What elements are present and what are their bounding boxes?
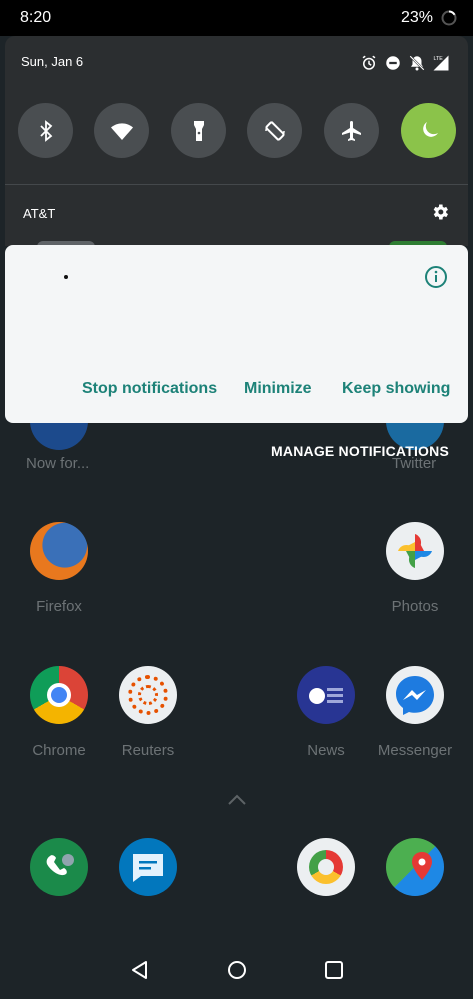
minimize-button[interactable]: Minimize bbox=[244, 380, 312, 398]
status-time: 8:20 bbox=[20, 9, 52, 26]
do-not-disturb-icon bbox=[386, 56, 400, 70]
app-label: News bbox=[307, 742, 345, 759]
messages-icon bbox=[119, 838, 177, 896]
info-icon[interactable] bbox=[424, 265, 448, 289]
dock-messages[interactable] bbox=[103, 838, 193, 896]
battery-percent: 23% bbox=[400, 9, 433, 26]
dialog-actions: Stop notifications Minimize Keep showing bbox=[5, 380, 468, 400]
bluetooth-tile[interactable] bbox=[18, 103, 73, 158]
recents-icon[interactable] bbox=[324, 960, 344, 980]
app-photos[interactable]: Photos bbox=[370, 522, 460, 615]
stop-notifications-button[interactable]: Stop notifications bbox=[82, 380, 217, 398]
photos-icon bbox=[386, 522, 444, 580]
flashlight-icon bbox=[193, 120, 204, 141]
now-for-label: Now for... bbox=[26, 455, 90, 472]
app-label: Reuters bbox=[121, 742, 175, 759]
app-label: Firefox bbox=[36, 598, 82, 615]
news-icon bbox=[297, 666, 355, 724]
firefox-icon bbox=[30, 522, 88, 580]
carrier-label: AT&T bbox=[23, 206, 56, 221]
auto-rotate-icon bbox=[264, 120, 285, 141]
chrome-icon bbox=[30, 666, 88, 724]
navigation-bar bbox=[0, 940, 473, 999]
back-icon[interactable] bbox=[130, 960, 150, 980]
chevron-up-icon[interactable] bbox=[226, 793, 248, 807]
app-firefox[interactable]: Firefox bbox=[14, 522, 104, 615]
gear-icon[interactable] bbox=[430, 202, 450, 222]
qs-date[interactable]: Sun, Jan 6 bbox=[21, 54, 83, 69]
app-news[interactable]: News bbox=[281, 666, 371, 759]
auto-rotate-tile[interactable] bbox=[247, 103, 302, 158]
signal-lte-icon: LTE bbox=[433, 55, 449, 71]
qs-divider bbox=[5, 184, 468, 185]
wifi-tile[interactable] bbox=[94, 103, 149, 158]
camera-icon bbox=[297, 838, 355, 896]
quick-settings-panel: Sun, Jan 6 LTE AT&T bbox=[5, 36, 468, 246]
app-label: Chrome bbox=[32, 742, 86, 759]
airplane-mode-tile[interactable] bbox=[324, 103, 379, 158]
app-chrome[interactable]: Chrome bbox=[14, 666, 104, 759]
wifi-icon bbox=[110, 122, 133, 140]
qs-status-icons: LTE bbox=[360, 54, 450, 72]
now-for-icon[interactable] bbox=[30, 420, 88, 450]
app-label: Messenger bbox=[377, 742, 453, 759]
airplane-mode-icon bbox=[341, 120, 361, 141]
night-mode-icon bbox=[422, 121, 438, 137]
app-reuters[interactable]: Reuters bbox=[103, 666, 193, 759]
notifications-off-icon bbox=[409, 55, 425, 71]
app-messenger[interactable]: Messenger bbox=[370, 666, 460, 759]
svg-text:LTE: LTE bbox=[434, 56, 444, 62]
bluetooth-icon bbox=[39, 119, 52, 142]
reuters-icon bbox=[119, 666, 177, 724]
battery-icon bbox=[441, 10, 457, 26]
dialog-content-dot bbox=[64, 275, 68, 279]
app-label: Photos bbox=[391, 598, 439, 615]
alarm-icon bbox=[362, 55, 376, 70]
dock-phone[interactable] bbox=[14, 838, 104, 896]
phone-icon bbox=[30, 838, 88, 896]
dock-camera[interactable] bbox=[281, 838, 371, 896]
maps-icon bbox=[386, 838, 444, 896]
home-icon[interactable] bbox=[227, 960, 247, 980]
dock-maps[interactable] bbox=[370, 838, 460, 896]
flashlight-tile[interactable] bbox=[171, 103, 226, 158]
manage-notifications-button[interactable]: MANAGE NOTIFICATIONS bbox=[271, 443, 449, 459]
keep-showing-button[interactable]: Keep showing bbox=[342, 380, 450, 398]
night-mode-tile[interactable] bbox=[401, 103, 456, 158]
messenger-icon bbox=[386, 666, 444, 724]
status-bar: 8:20 23% bbox=[0, 0, 473, 36]
notification-dialog: Stop notifications Minimize Keep showing bbox=[5, 245, 468, 423]
